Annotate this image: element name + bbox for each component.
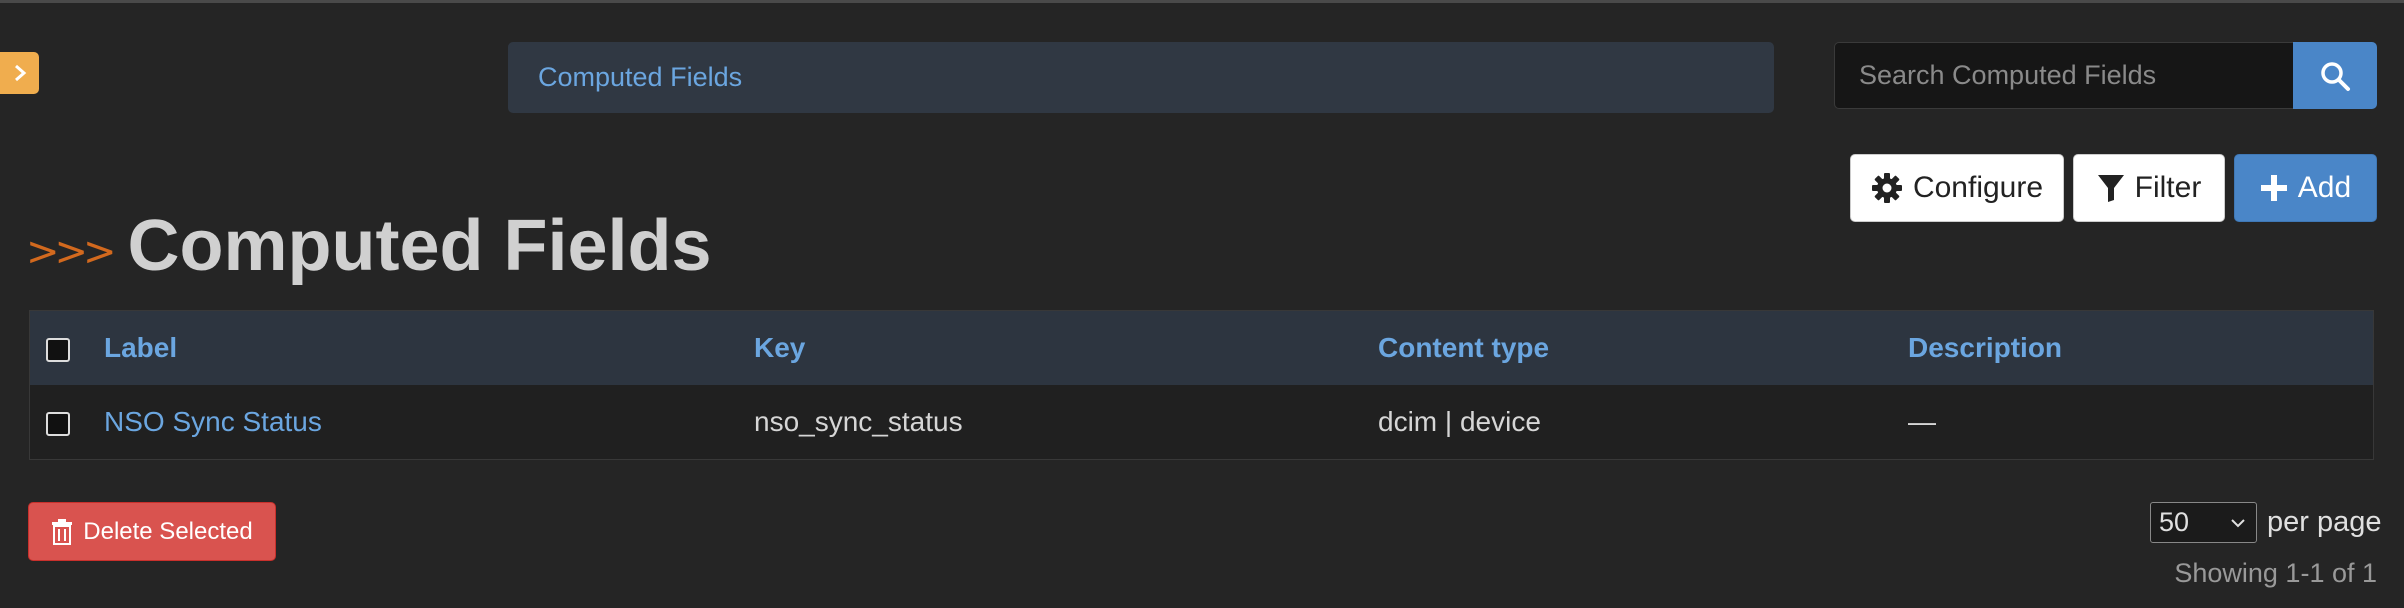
top-border (0, 0, 2404, 3)
row-select-cell (30, 385, 104, 459)
per-page-label: per page (2267, 506, 2382, 538)
table-row: NSO Sync Status nso_sync_status dcim | d… (30, 385, 2373, 459)
pagination-summary: Showing 1-1 of 1 (2174, 558, 2377, 588)
gear-icon (1871, 173, 1902, 203)
delete-selected-label: Delete Selected (83, 517, 253, 545)
select-all-cell (30, 311, 104, 385)
row-label-link[interactable]: NSO Sync Status (104, 406, 322, 437)
filter-icon (2097, 175, 2124, 202)
table-header-row: Label Key Content type Description (30, 311, 2373, 385)
column-header-content-type[interactable]: Content type (1378, 311, 1908, 385)
chevron-right-icon (14, 64, 26, 82)
configure-button[interactable]: Configure (1850, 154, 2064, 222)
trash-icon (52, 518, 73, 545)
select-all-checkbox[interactable] (46, 337, 70, 362)
column-header-key[interactable]: Key (754, 311, 1378, 385)
results-table: Label Key Content type Description NSO S… (29, 310, 2374, 460)
search-input[interactable] (1834, 42, 2293, 109)
filter-label: Filter (2134, 171, 2202, 204)
delete-selected-button[interactable]: Delete Selected (28, 502, 276, 561)
title-chevrons-icon: >>> (26, 229, 117, 275)
per-page-value: 50 (2159, 507, 2190, 537)
search-group (1834, 42, 2377, 109)
per-page-select[interactable]: 50 (2150, 502, 2257, 543)
sidebar-toggle-button[interactable] (0, 52, 39, 94)
plus-icon (2260, 175, 2287, 201)
chevron-down-icon (2231, 518, 2245, 527)
column-header-label[interactable]: Label (104, 311, 754, 385)
title-row: >>> Computed Fields (26, 205, 712, 287)
row-content-type-cell: dcim | device (1378, 406, 1541, 437)
search-icon (2321, 61, 2350, 91)
breadcrumb-link[interactable]: Computed Fields (538, 62, 742, 93)
add-button[interactable]: Add (2234, 154, 2377, 222)
per-page-control: 50 per page (2150, 502, 2382, 543)
search-button[interactable] (2293, 42, 2377, 109)
filter-button[interactable]: Filter (2073, 154, 2225, 222)
configure-label: Configure (1912, 171, 2044, 204)
row-key-cell: nso_sync_status (754, 406, 963, 437)
row-description-cell: — (1908, 406, 1936, 437)
column-header-description[interactable]: Description (1908, 311, 2373, 385)
row-label-cell: NSO Sync Status (104, 385, 754, 459)
row-select-checkbox[interactable] (46, 411, 70, 436)
page-title: Computed Fields (127, 206, 712, 286)
breadcrumb: Computed Fields (508, 42, 1774, 113)
add-label: Add (2297, 171, 2352, 204)
